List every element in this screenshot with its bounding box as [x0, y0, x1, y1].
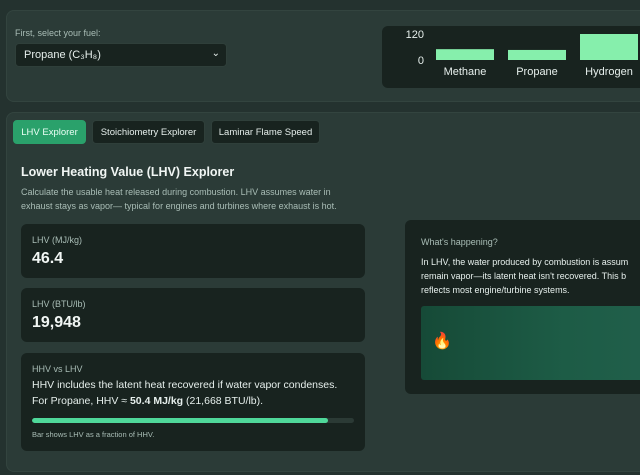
info-line-3: reflects most engine/turbine systems. — [421, 285, 570, 295]
hhv-value: 50.4 MJ/kg — [129, 395, 184, 407]
bar-hydrogen — [580, 34, 638, 60]
section-title: Lower Heating Value (LHV) Explorer — [21, 165, 235, 179]
fuel-select-value: Propane (C₃H₈) — [24, 49, 101, 61]
bar-methane — [436, 49, 494, 60]
x-tick-label: Propane — [516, 66, 558, 78]
tab-lhv-explorer[interactable]: LHV Explorer — [13, 120, 86, 144]
tab-laminar-flame-speed[interactable]: Laminar Flame Speed — [211, 120, 320, 144]
y-tick-label: 0 — [418, 55, 424, 67]
lhv-btu-card: LHV (BTU/lb) 19,948 — [21, 288, 365, 342]
tab-label: LHV Explorer — [21, 126, 78, 138]
lhv-fraction-fill — [32, 418, 329, 423]
lhv-btu-label: LHV (BTU/lb) — [32, 299, 86, 309]
info-text: In LHV, the water produced by combustion… — [421, 255, 640, 297]
hhv-line-1: HHV includes the latent heat recovered i… — [32, 379, 338, 391]
hhv-label: HHV vs LHV — [32, 364, 83, 374]
section-description: Calculate the usable heat released durin… — [21, 187, 337, 211]
tab-label: Stoichiometry Explorer — [100, 126, 197, 138]
hhv-line-2-suffix: (21,668 BTU/lb). — [183, 395, 264, 407]
bar-note: Bar shows LHV as a fraction of HHV. — [32, 430, 155, 439]
chart-canvas: 0 120 Methane Propane Hydrogen — [406, 29, 638, 78]
lhv-btu-value: 19,948 — [32, 314, 81, 331]
lhv-mj-card: LHV (MJ/kg) 46.4 — [21, 224, 365, 278]
info-line-1: In LHV, the water produced by combustion… — [421, 257, 629, 267]
fuel-comparison-chart: 0 120 Methane Propane Hydrogen — [382, 26, 640, 88]
hhv-card: HHV vs LHV HHV includes the latent heat … — [21, 353, 365, 451]
fuel-select-label: First, select your fuel: — [15, 28, 101, 38]
hhv-line-2-prefix: For Propane, HHV ≈ — [32, 395, 130, 407]
chevron-down-icon: ⌄ — [211, 48, 220, 59]
x-tick-label: Hydrogen — [585, 66, 633, 78]
flame-visual: 🔥 — [421, 306, 640, 380]
info-line-2: remain vapor—its latent heat isn't recov… — [421, 271, 627, 281]
hhv-line-2: For Propane, HHV ≈ 50.4 MJ/kg (21,668 BT… — [32, 393, 362, 409]
tab-label: Laminar Flame Speed — [218, 126, 313, 138]
x-tick-label: Methane — [444, 66, 487, 78]
lhv-fraction-bar — [32, 418, 354, 423]
fuel-select[interactable]: Propane (C₃H₈) ⌄ — [15, 43, 227, 67]
hhv-description: HHV includes the latent heat recovered i… — [32, 377, 362, 409]
info-title: What's happening? — [421, 237, 498, 247]
y-tick-label: 120 — [406, 29, 424, 41]
lhv-mj-label: LHV (MJ/kg) — [32, 235, 83, 245]
tab-stoichiometry-explorer[interactable]: Stoichiometry Explorer — [92, 120, 205, 144]
fire-icon: 🔥 — [432, 333, 452, 350]
bar-propane — [508, 49, 566, 60]
lhv-mj-value: 46.4 — [32, 250, 64, 267]
whats-happening-card: What's happening? In LHV, the water prod… — [405, 220, 640, 394]
